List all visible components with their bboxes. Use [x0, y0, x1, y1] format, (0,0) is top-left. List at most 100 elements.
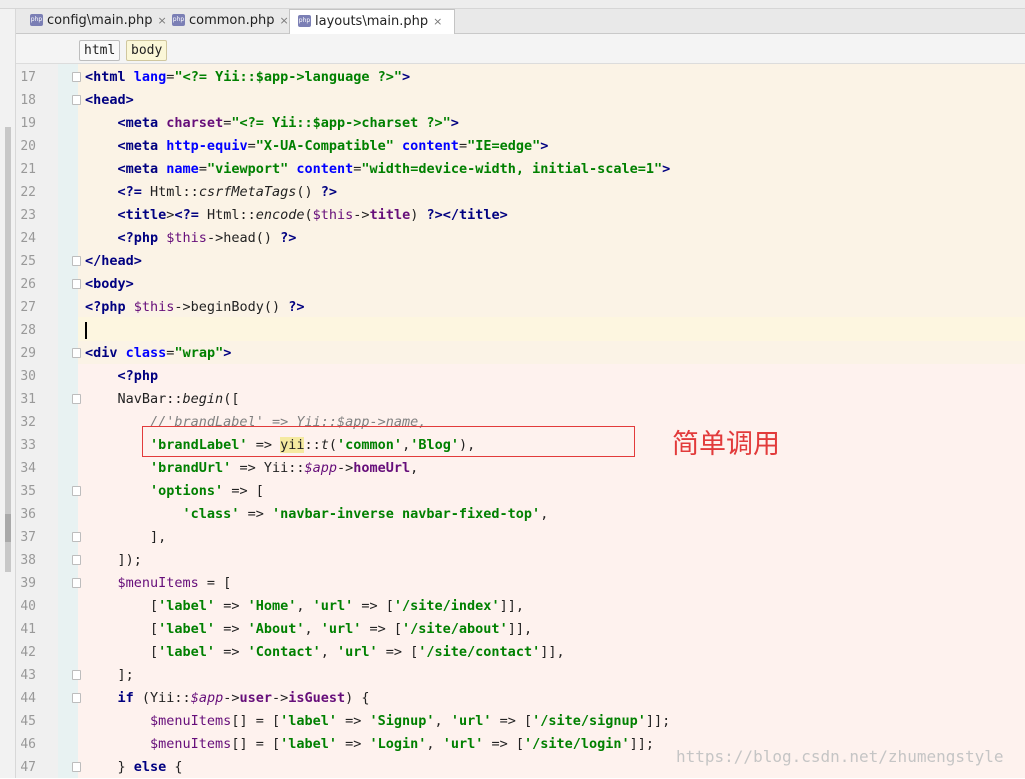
code-line: 30 <?php	[0, 365, 1025, 388]
code-line: 43 ];	[0, 664, 1025, 687]
line-number: 47	[20, 760, 36, 775]
fold-marker-icon[interactable]	[72, 95, 81, 105]
code-text: ],	[85, 529, 167, 545]
line-number: 35	[20, 484, 36, 499]
editor-tab-bar: php config\main.php × php common.php × php la…	[16, 9, 1025, 34]
code-text: $menuItems[] = ['label' => 'Login', 'url…	[150, 736, 655, 752]
code-line: 35 'options' => [	[0, 480, 1025, 503]
breadcrumb-body[interactable]: body	[126, 40, 168, 61]
code-line: 20 <meta http-equiv="X-UA-Compatible" co…	[0, 135, 1025, 158]
code-line: 39 $menuItems = [	[0, 572, 1025, 595]
code-line: 37 ],	[0, 526, 1025, 549]
annotation-text: 简单调用	[672, 429, 780, 460]
php-file-icon: php	[298, 14, 311, 27]
code-text: <?= Html::csrfMetaTags() ?>	[117, 184, 338, 200]
fold-marker-icon[interactable]	[72, 670, 81, 680]
code-text: <?php	[117, 368, 159, 384]
code-text: <div class="wrap">	[85, 345, 232, 361]
line-number: 42	[20, 645, 36, 660]
tab-label: layouts\main.php	[315, 14, 429, 29]
line-number: 32	[20, 415, 36, 430]
code-line: 38 ]);	[0, 549, 1025, 572]
line-number: 38	[20, 553, 36, 568]
code-text: 'class' => 'navbar-inverse navbar-fixed-…	[182, 506, 549, 522]
code-text: NavBar::begin([	[85, 391, 240, 407]
line-number: 21	[20, 162, 36, 177]
code-line-current: 28	[0, 319, 1025, 342]
code-text: 'brandUrl' => Yii::$app->homeUrl,	[150, 460, 419, 476]
line-number: 24	[20, 231, 36, 246]
code-line: 34 'brandUrl' => Yii::$app->homeUrl,	[0, 457, 1025, 480]
tab-label: config\main.php	[47, 13, 153, 28]
line-number: 40	[20, 599, 36, 614]
fold-marker-icon[interactable]	[72, 348, 81, 358]
code-text: $menuItems = [	[117, 575, 232, 591]
code-text: if (Yii::$app->user->isGuest) {	[117, 690, 370, 706]
line-number: 39	[20, 576, 36, 591]
breadcrumb: html body	[16, 34, 1025, 64]
code-line: 25 </head>	[0, 250, 1025, 273]
php-file-icon: php	[30, 13, 43, 26]
code-line: 45 $menuItems[] = ['label' => 'Signup', …	[0, 710, 1025, 733]
code-text: 'options' => [	[150, 483, 264, 499]
text-caret	[85, 322, 87, 339]
tab-common[interactable]: php common.php ×	[164, 9, 289, 33]
code-text: <meta http-equiv="X-UA-Compatible" conte…	[117, 138, 549, 154]
code-line: 27 <?php $this->beginBody() ?>	[0, 296, 1025, 319]
breadcrumb-html[interactable]: html	[79, 40, 121, 61]
php-file-icon: php	[172, 13, 185, 26]
line-number: 17	[20, 70, 36, 85]
code-line: 24 <?php $this->head() ?>	[0, 227, 1025, 250]
code-text: ]);	[85, 552, 142, 568]
tab-config-main[interactable]: php config\main.php ×	[22, 9, 167, 33]
code-text: ['label' => 'Home', 'url' => ['/site/ind…	[85, 598, 524, 614]
fold-marker-icon[interactable]	[72, 578, 81, 588]
code-line: 41 ['label' => 'About', 'url' => ['/site…	[0, 618, 1025, 641]
line-number: 18	[20, 93, 36, 108]
code-text: <?php $this->head() ?>	[117, 230, 297, 246]
line-number: 37	[20, 530, 36, 545]
line-number: 19	[20, 116, 36, 131]
top-strip	[0, 0, 1025, 9]
watermark: https://blog.csdn.net/zhumengstyle	[676, 747, 1004, 766]
code-line: 40 ['label' => 'Home', 'url' => ['/site/…	[0, 595, 1025, 618]
fold-marker-icon[interactable]	[72, 72, 81, 82]
line-number: 33	[20, 438, 36, 453]
code-text: <body>	[85, 276, 134, 292]
fold-marker-icon[interactable]	[72, 256, 81, 266]
tab-layouts-main[interactable]: php layouts\main.php ×	[289, 9, 455, 34]
tab-label: common.php	[189, 13, 275, 28]
code-text: <html lang="<?= Yii::$app->language ?>">	[85, 69, 411, 85]
line-number: 25	[20, 254, 36, 269]
fold-marker-icon[interactable]	[72, 762, 81, 772]
code-line: 18 <head>	[0, 89, 1025, 112]
code-line: 23 <title><?= Html::encode($this->title)…	[0, 204, 1025, 227]
code-line: 44 if (Yii::$app->user->isGuest) {	[0, 687, 1025, 710]
code-text: <head>	[85, 92, 134, 108]
code-text: } else {	[85, 759, 183, 775]
line-number: 36	[20, 507, 36, 522]
line-number: 30	[20, 369, 36, 384]
code-line: 36 'class' => 'navbar-inverse navbar-fix…	[0, 503, 1025, 526]
code-line: 21 <meta name="viewport" content="width=…	[0, 158, 1025, 181]
line-number: 20	[20, 139, 36, 154]
line-number: 26	[20, 277, 36, 292]
line-number: 29	[20, 346, 36, 361]
fold-marker-icon[interactable]	[72, 394, 81, 404]
line-number: 44	[20, 691, 36, 706]
code-line: 22 <?= Html::csrfMetaTags() ?>	[0, 181, 1025, 204]
close-icon[interactable]: ×	[433, 15, 442, 28]
code-line: 29 <div class="wrap">	[0, 342, 1025, 365]
fold-marker-icon[interactable]	[72, 555, 81, 565]
code-text: <meta name="viewport" content="width=dev…	[117, 161, 671, 177]
line-number: 34	[20, 461, 36, 476]
fold-marker-icon[interactable]	[72, 532, 81, 542]
close-icon[interactable]: ×	[280, 14, 289, 27]
code-text: <meta charset="<?= Yii::$app->charset ?>…	[117, 115, 459, 131]
highlight-box	[142, 426, 635, 457]
fold-marker-icon[interactable]	[72, 279, 81, 289]
code-text: <?php $this->beginBody() ?>	[85, 299, 305, 315]
fold-marker-icon[interactable]	[72, 486, 81, 496]
fold-marker-icon[interactable]	[72, 693, 81, 703]
code-line: 31 NavBar::begin([	[0, 388, 1025, 411]
